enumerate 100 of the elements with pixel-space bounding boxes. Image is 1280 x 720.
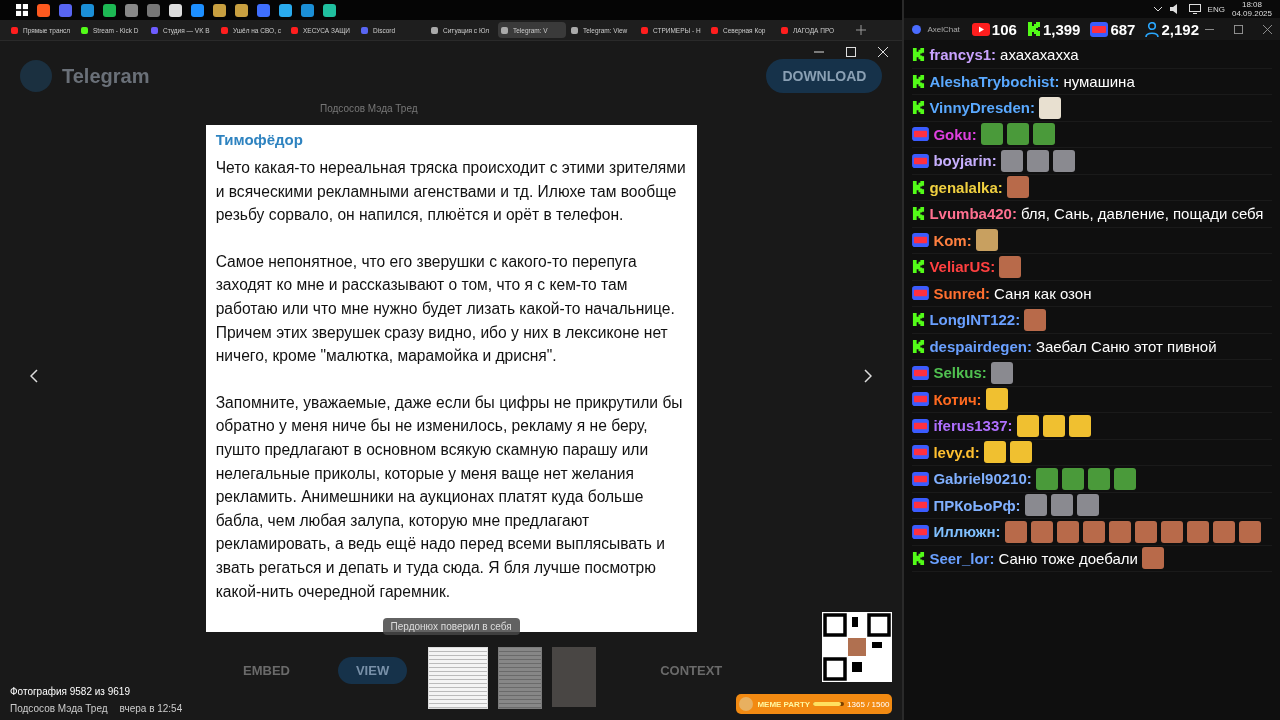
chat-message-text: Саню тоже доебали: [998, 548, 1138, 568]
app-icon[interactable]: [37, 3, 50, 17]
emote-image: [1024, 494, 1047, 517]
emote-image: [1212, 520, 1235, 543]
k-logo-icon: [912, 48, 926, 62]
emote-image: [1068, 414, 1091, 437]
window-title: AxelChat: [927, 24, 960, 34]
post-button[interactable]: VIEW: [337, 657, 408, 684]
chat-username: Kom:: [933, 230, 972, 250]
chat-username: VinnyDresden:: [929, 98, 1035, 118]
chevron-icon[interactable]: [1152, 6, 1163, 12]
k-logo-icon: [912, 313, 926, 327]
emote-image: [999, 255, 1022, 278]
chat-username: levy.d:: [933, 442, 980, 462]
app-icon[interactable]: [169, 3, 182, 17]
emote-image: [1113, 467, 1136, 490]
emote-image: [1076, 494, 1099, 517]
emote-image: [1238, 520, 1261, 543]
emote-image: [1108, 520, 1131, 543]
chat-username: Котич:: [933, 389, 982, 409]
app-icon[interactable]: [103, 3, 116, 17]
clock-time: 18:08: [1241, 0, 1262, 9]
close-icon[interactable]: [1263, 24, 1272, 34]
chat-username: ПРКоЬоРф:: [933, 495, 1021, 515]
k-logo-icon: [912, 207, 926, 221]
emote-image: [1050, 494, 1073, 517]
maximize-icon[interactable]: [1234, 24, 1243, 34]
live-badge-icon: [912, 127, 930, 142]
emote-image: [1035, 467, 1058, 490]
emote-image: [990, 361, 1013, 384]
counter-value: 1,399: [1042, 20, 1081, 38]
chat-username: Goku:: [933, 124, 977, 144]
chat-username: LongINT122:: [929, 310, 1021, 330]
chat-username: VeliarUS:: [929, 257, 996, 277]
k-logo-icon: [912, 101, 926, 115]
emote-image: [1042, 414, 1065, 437]
widget-title: MEME PARTY: [757, 699, 811, 709]
counter-value: 106: [991, 20, 1017, 38]
k-logo-icon: [1026, 22, 1041, 36]
emote-image: [1026, 149, 1049, 172]
emote-image: [1160, 520, 1183, 543]
photo-thumbnail[interactable]: [552, 647, 596, 707]
live-badge-icon: [1090, 21, 1109, 37]
counter-value: 687: [1110, 20, 1136, 38]
live-badge-icon: [912, 471, 930, 486]
chat-username: iferus1337:: [933, 416, 1013, 436]
emote-image: [1087, 467, 1110, 490]
emote-image: [1030, 520, 1053, 543]
live-badge-icon: [912, 524, 930, 539]
chat-message-text: нумашина: [1063, 71, 1135, 91]
live-badge-icon: [912, 392, 930, 407]
live-badge-icon: [912, 233, 930, 248]
monitor-icon[interactable]: [1188, 4, 1201, 14]
app-icon[interactable]: [235, 3, 248, 17]
windows-icon[interactable]: [16, 4, 28, 16]
download-button[interactable]: DOWNLOAD: [766, 59, 883, 93]
document-thumbnail[interactable]: [498, 647, 542, 709]
emote-image: [1082, 520, 1105, 543]
live-badge-icon: [912, 286, 930, 301]
emote-image: [1000, 149, 1023, 172]
qr-code-icon: [822, 612, 893, 682]
k-logo-icon: [912, 74, 926, 88]
emote-image: [980, 123, 1003, 146]
chat-username: Sunred:: [933, 283, 991, 303]
emote-image: [1009, 441, 1032, 464]
live-badge-icon: [912, 153, 930, 168]
emote-image: [1032, 123, 1055, 146]
clock-date: 04.09.2025: [1231, 9, 1272, 18]
language-indicator[interactable]: ENG: [1207, 4, 1225, 14]
post-date: вчера в 12:54: [119, 703, 183, 714]
post-paragraph: Запомните, уважаемые, даже если бы цифры не прикрутили бы обратно у меня ниче бы не изменилось, рекламу я не беру, пушто предлагают в основном всякую скамную парашу или нелегальные приколы, которые у меня ваще нет желания рекламить. Анимешники на аукционах платят куда больше бабла, чем любая залупа, которую мне предлагают рекламировать, а ведь ещё надо перед всеми выплясывать и звать регаться и депать и туда сюда. Я бля лучше посмотрю какой-нить очередной гаремник.: [215, 392, 684, 602]
photo-caption: Пердонюх поверил в себя: [382, 618, 520, 635]
live-badge-icon: [912, 418, 930, 433]
app-icon[interactable]: [213, 3, 226, 17]
emote-image: [1056, 520, 1079, 543]
emote-image: [1141, 547, 1164, 570]
emote-image: [1134, 520, 1157, 543]
app-icon[interactable]: [323, 3, 336, 17]
post-paragraph: Самое непонятное, что его зверушки с какого-то перепуга заходят ко мне и рассказывают о том, что я с кем-то там работаю или что мне нужно будет лизать какой-то начальнице. Причем этих зверушек сразу видно, ибо у них в лексиконе нет ничего, кроме "малютка, марамойка и дрисня".: [215, 251, 676, 367]
emote-image: [985, 388, 1008, 411]
chat-message-text: ахахахахха: [1000, 45, 1079, 65]
chat-username: genalalka:: [929, 177, 1003, 197]
site-logo-text: Telegram: [62, 64, 150, 88]
emote-image: [1024, 308, 1047, 331]
chat-username: francys1:: [929, 45, 997, 65]
new-tab-icon[interactable]: [856, 25, 866, 35]
app-icon[interactable]: [191, 3, 204, 17]
emote-image: [1038, 96, 1061, 119]
play-icon: [971, 22, 990, 36]
chat-message-text: Заебал Саню этот пивной: [1035, 336, 1217, 356]
document-thumbnail[interactable]: [428, 647, 488, 709]
chat-username: Lvumba420:: [929, 204, 1017, 224]
emote-image: [1061, 467, 1084, 490]
chat-username: Selkus:: [933, 363, 987, 383]
person-icon: [1145, 21, 1160, 37]
app-icon[interactable]: [279, 3, 292, 17]
chat-username: Seer_lor:: [929, 548, 995, 568]
live-badge-icon: [912, 365, 930, 380]
progress-text: 1365 / 1500: [847, 699, 890, 709]
live-badge-icon: [912, 445, 930, 460]
